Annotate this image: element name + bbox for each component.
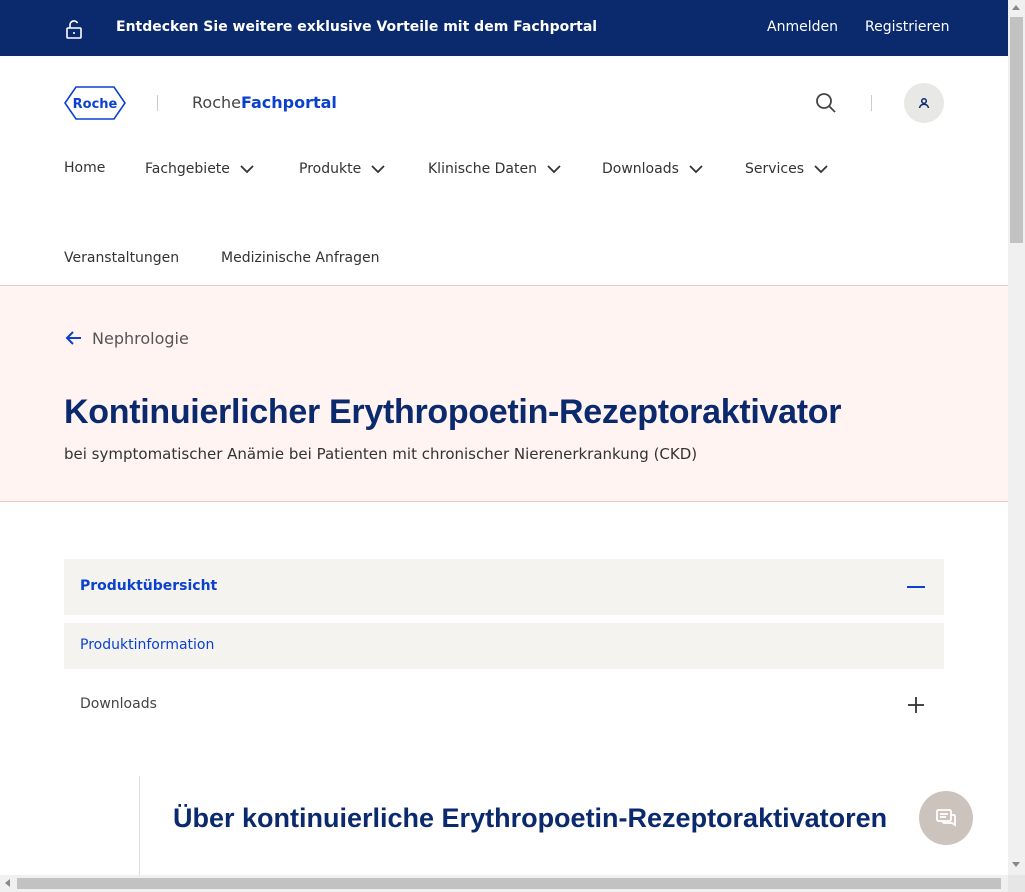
nav-veranstaltungen[interactable]: Veranstaltungen — [64, 250, 179, 266]
user-icon — [918, 97, 930, 109]
unlock-icon — [66, 20, 82, 39]
vertical-scrollbar-thumb[interactable] — [1010, 17, 1023, 243]
page-subtitle: bei symptomatischer Anämie bei Patienten… — [64, 445, 698, 463]
roche-logo[interactable]: Roche — [64, 86, 126, 120]
plus-icon — [908, 697, 924, 713]
accordion-subitem-produktinformation[interactable]: Produktinformation — [64, 623, 944, 669]
scrollbar-corner — [1008, 875, 1025, 892]
portal-name[interactable]: RocheFachportal — [192, 93, 337, 112]
nav-produkte-label: Produkte — [299, 161, 362, 177]
scroll-left-icon[interactable] — [5, 879, 10, 887]
chevron-down-icon — [814, 165, 828, 174]
vertical-scrollbar[interactable] — [1008, 0, 1025, 892]
user-avatar-button[interactable] — [904, 83, 944, 123]
nav-medizinische-anfragen[interactable]: Medizinische Anfragen — [221, 250, 379, 266]
chat-icon — [936, 809, 956, 827]
horizontal-scrollbar[interactable] — [0, 875, 1008, 892]
accordion-label: Produktübersicht — [80, 578, 218, 594]
nav-services-label: Services — [745, 161, 805, 177]
nav-veranstaltungen-label: Veranstaltungen — [64, 250, 180, 266]
nav-services[interactable]: Services — [745, 160, 830, 178]
back-link-label: Nephrologie — [92, 328, 189, 348]
chevron-down-icon — [689, 165, 703, 174]
login-link[interactable]: Anmelden — [767, 19, 838, 35]
minus-icon — [907, 586, 925, 588]
accordion-downloads[interactable]: Downloads — [64, 682, 944, 728]
nav-home[interactable]: Home — [64, 160, 105, 176]
nav-produkte[interactable]: Produkte — [299, 160, 387, 178]
scroll-up-icon[interactable] — [1012, 5, 1020, 10]
chevron-down-icon — [371, 165, 385, 174]
accordion-produktuebersicht[interactable]: Produktübersicht — [64, 559, 944, 615]
nav-downloads-label: Downloads — [602, 161, 679, 177]
nav-klinische-daten-label: Klinische Daten — [428, 161, 537, 177]
portal-suffix: Fachportal — [240, 93, 337, 112]
scroll-down-icon[interactable] — [1012, 862, 1020, 867]
search-icon[interactable] — [815, 92, 837, 114]
svg-text:Roche: Roche — [73, 97, 118, 112]
back-link[interactable]: Nephrologie — [64, 328, 189, 348]
nav-fachgebiete[interactable]: Fachgebiete — [145, 160, 256, 178]
nav-downloads[interactable]: Downloads — [602, 160, 705, 178]
back-arrow-icon — [65, 331, 81, 345]
chevron-down-icon — [240, 165, 254, 174]
nav-medizinische-anfragen-label: Medizinische Anfragen — [221, 250, 380, 266]
chat-button[interactable] — [919, 791, 973, 845]
nav-klinische-daten[interactable]: Klinische Daten — [428, 160, 563, 178]
chevron-down-icon — [547, 165, 561, 174]
top-promo-bar: Entdecken Sie weitere exklusive Vorteile… — [0, 0, 1008, 56]
logo-divider — [157, 95, 158, 111]
nav-fachgebiete-label: Fachgebiete — [145, 161, 230, 177]
horizontal-scrollbar-thumb[interactable] — [17, 878, 1001, 889]
header-divider — [871, 95, 872, 111]
promo-text: Entdecken Sie weitere exklusive Vorteile… — [116, 19, 598, 35]
section-rule — [139, 776, 140, 876]
register-link[interactable]: Registrieren — [865, 19, 949, 35]
accordion-label: Produktinformation — [80, 637, 215, 653]
section-title: Über kontinuierliche Erythropoetin-Rezep… — [173, 803, 888, 833]
page-title: Kontinuierlicher Erythropoetin-Rezeptora… — [64, 393, 842, 431]
nav-home-label: Home — [64, 160, 106, 176]
portal-prefix: Roche — [192, 93, 241, 112]
accordion-label: Downloads — [80, 696, 157, 712]
